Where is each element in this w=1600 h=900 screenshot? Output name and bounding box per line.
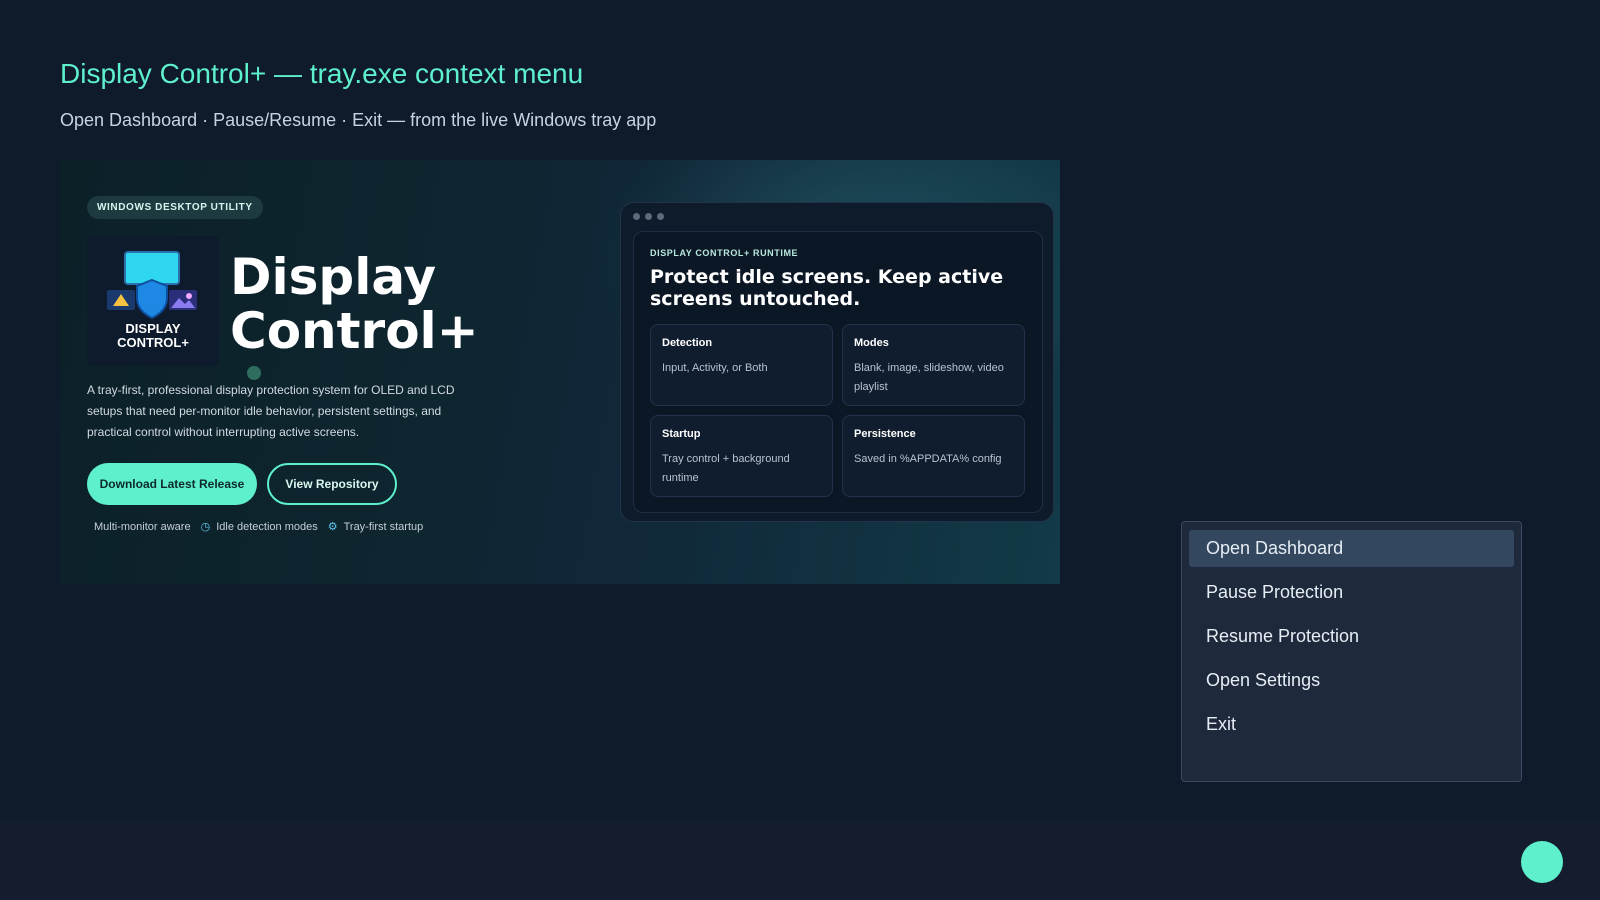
feature-multi-monitor: Multi-monitor aware — [94, 521, 191, 533]
card-body: Tray control + background runtime — [662, 453, 790, 484]
runtime-panel: DISPLAY CONTROL+ RUNTIME Protect idle sc… — [633, 231, 1043, 513]
footer-bar — [0, 820, 1600, 900]
runtime-headline: Protect idle screens. Keep active screen… — [650, 266, 1004, 310]
card-body: Saved in %APPDATA% config — [854, 453, 1002, 465]
logo-text-line2: CONTROL+ — [117, 335, 189, 350]
hero-banner: WINDOWS DESKTOP UTILITY DISPLAY CONTROL+… — [60, 160, 1060, 584]
floating-action-button[interactable] — [1521, 841, 1563, 883]
card-startup: Startup Tray control + background runtim… — [650, 415, 833, 497]
menu-item-resume-protection[interactable]: Resume Protection — [1189, 618, 1514, 655]
feature-label: Tray-first startup — [343, 520, 424, 533]
menu-item-open-settings[interactable]: Open Settings — [1189, 662, 1514, 699]
card-persistence: Persistence Saved in %APPDATA% config — [842, 415, 1025, 497]
card-title: Modes — [854, 337, 889, 349]
window-dot-icon — [645, 213, 652, 220]
clock-icon: ◷ — [200, 521, 211, 533]
card-title: Persistence — [854, 428, 916, 440]
page-title: Display Control+ — tray.exe context menu — [60, 58, 584, 89]
product-name-line2: Control+ — [230, 302, 479, 360]
product-name-line1: Display — [230, 248, 437, 306]
card-title: Detection — [662, 337, 713, 349]
card-body: Input, Activity, or Both — [662, 362, 768, 374]
window-dot-icon — [657, 213, 664, 220]
decorative-dot — [247, 366, 261, 380]
monitor-shield-icon — [107, 251, 197, 320]
menu-item-open-dashboard[interactable]: Open Dashboard — [1189, 530, 1514, 567]
menu-item-pause-protection[interactable]: Pause Protection — [1189, 574, 1514, 611]
view-repository-button[interactable]: View Repository — [267, 463, 397, 505]
card-title: Startup — [662, 428, 701, 440]
window-controls — [633, 213, 664, 220]
tray-context-menu: Open Dashboard Pause Protection Resume P… — [1181, 521, 1522, 782]
runtime-label: DISPLAY CONTROL+ RUNTIME — [650, 248, 799, 258]
logo-text-line1: DISPLAY — [125, 321, 181, 336]
download-release-button[interactable]: Download Latest Release — [87, 463, 257, 505]
card-body: Blank, image, slideshow, video playlist — [854, 362, 1004, 393]
feature-tray-startup: ⚙ Tray-first startup — [327, 520, 424, 534]
runtime-window-mockup: DISPLAY CONTROL+ RUNTIME Protect idle sc… — [620, 202, 1054, 522]
product-name: Display Control+ — [230, 250, 479, 358]
feature-label: Multi-monitor aware — [94, 520, 191, 533]
category-badge: WINDOWS DESKTOP UTILITY — [87, 196, 263, 219]
menu-item-exit[interactable]: Exit — [1189, 706, 1514, 743]
feature-label: Idle detection modes — [216, 520, 318, 533]
app-logo: DISPLAY CONTROL+ — [87, 236, 219, 366]
card-detection: Detection Input, Activity, or Both — [650, 324, 833, 406]
feature-idle-detection: ◷ Idle detection modes — [200, 520, 318, 534]
page-subtitle: Open Dashboard · Pause/Resume · Exit — f… — [60, 110, 657, 130]
gear-icon: ⚙ — [327, 521, 338, 533]
card-modes: Modes Blank, image, slideshow, video pla… — [842, 324, 1025, 406]
product-description: A tray-first, professional display prote… — [87, 383, 455, 439]
feature-list: Multi-monitor aware ◷ Idle detection mod… — [94, 520, 424, 534]
window-dot-icon — [633, 213, 640, 220]
